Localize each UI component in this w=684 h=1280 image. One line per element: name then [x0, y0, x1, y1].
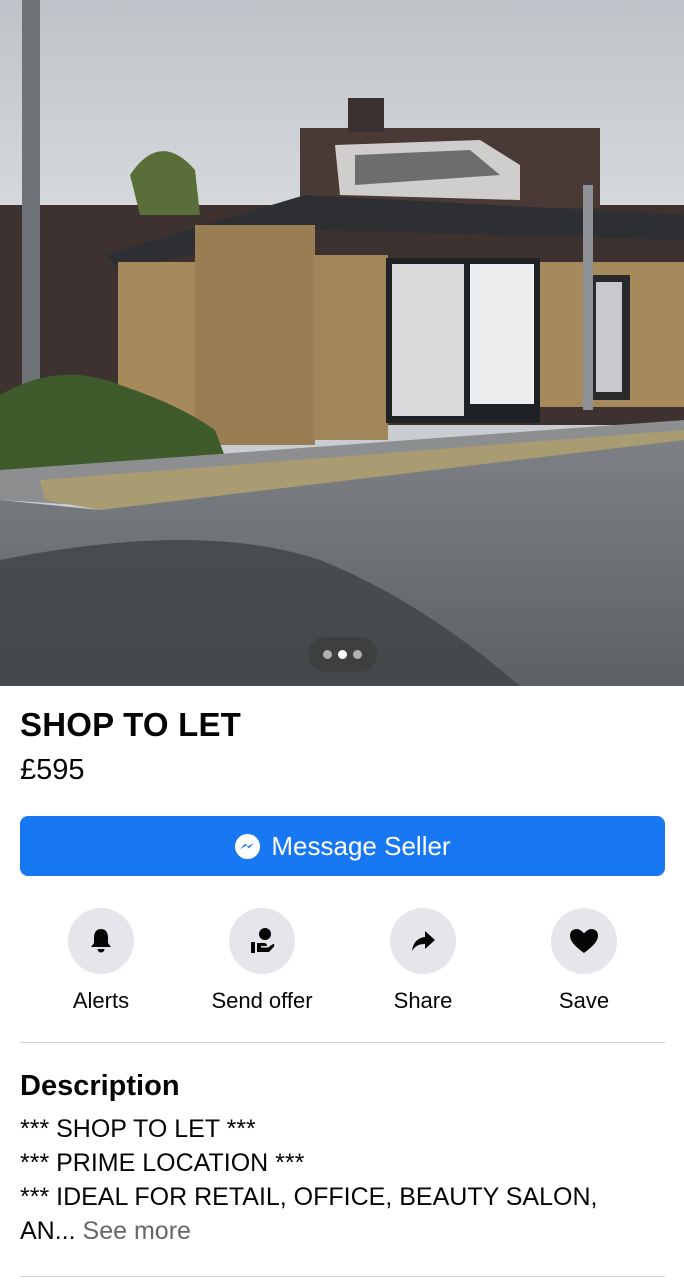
- alerts-button[interactable]: [68, 908, 134, 974]
- messenger-icon: [235, 833, 261, 859]
- share-action[interactable]: Share: [343, 908, 503, 1014]
- bell-icon: [91, 929, 111, 953]
- divider: [20, 1042, 665, 1043]
- description-last-line: AN... See more: [20, 1214, 665, 1248]
- listing-price: £595: [20, 754, 85, 786]
- save-label: Save: [558, 988, 610, 1013]
- save-action[interactable]: Save: [504, 908, 664, 1014]
- send-offer-label: Send offer: [211, 988, 313, 1013]
- pager-dot[interactable]: [323, 650, 332, 659]
- listing-photo[interactable]: [0, 0, 684, 686]
- listing-title: SHOP TO LET: [20, 706, 242, 743]
- shop-photo-illustration: [0, 0, 684, 686]
- alerts-label: Alerts: [72, 988, 130, 1013]
- share-button[interactable]: [390, 908, 456, 974]
- description-line: *** IDEAL FOR RETAIL, OFFICE, BEAUTY SAL…: [20, 1183, 598, 1211]
- share-arrow-icon: [412, 931, 435, 951]
- description-heading: Description: [20, 1070, 180, 1102]
- message-seller-label: Message Seller: [271, 830, 451, 861]
- description-truncated: AN...: [20, 1217, 76, 1245]
- pager-dot-active[interactable]: [338, 650, 347, 659]
- divider: [20, 1276, 665, 1277]
- photo-pager[interactable]: [308, 637, 377, 672]
- send-offer-action[interactable]: Send offer: [182, 908, 342, 1014]
- pager-dot[interactable]: [353, 650, 362, 659]
- description-text: *** SHOP TO LET *** *** PRIME LOCATION *…: [20, 1112, 665, 1248]
- send-offer-button[interactable]: [229, 908, 295, 974]
- description-line: *** SHOP TO LET ***: [20, 1115, 256, 1143]
- see-more-link[interactable]: See more: [83, 1217, 191, 1245]
- save-button[interactable]: [551, 908, 617, 974]
- alerts-action[interactable]: Alerts: [21, 908, 181, 1014]
- share-label: Share: [393, 988, 453, 1013]
- heart-icon: [570, 929, 598, 953]
- offer-hand-icon: [251, 928, 275, 953]
- description-line: *** PRIME LOCATION ***: [20, 1149, 305, 1177]
- message-seller-button[interactable]: Message Seller: [20, 816, 665, 876]
- listing-actions: Alerts Send offer Share Save: [20, 908, 665, 1018]
